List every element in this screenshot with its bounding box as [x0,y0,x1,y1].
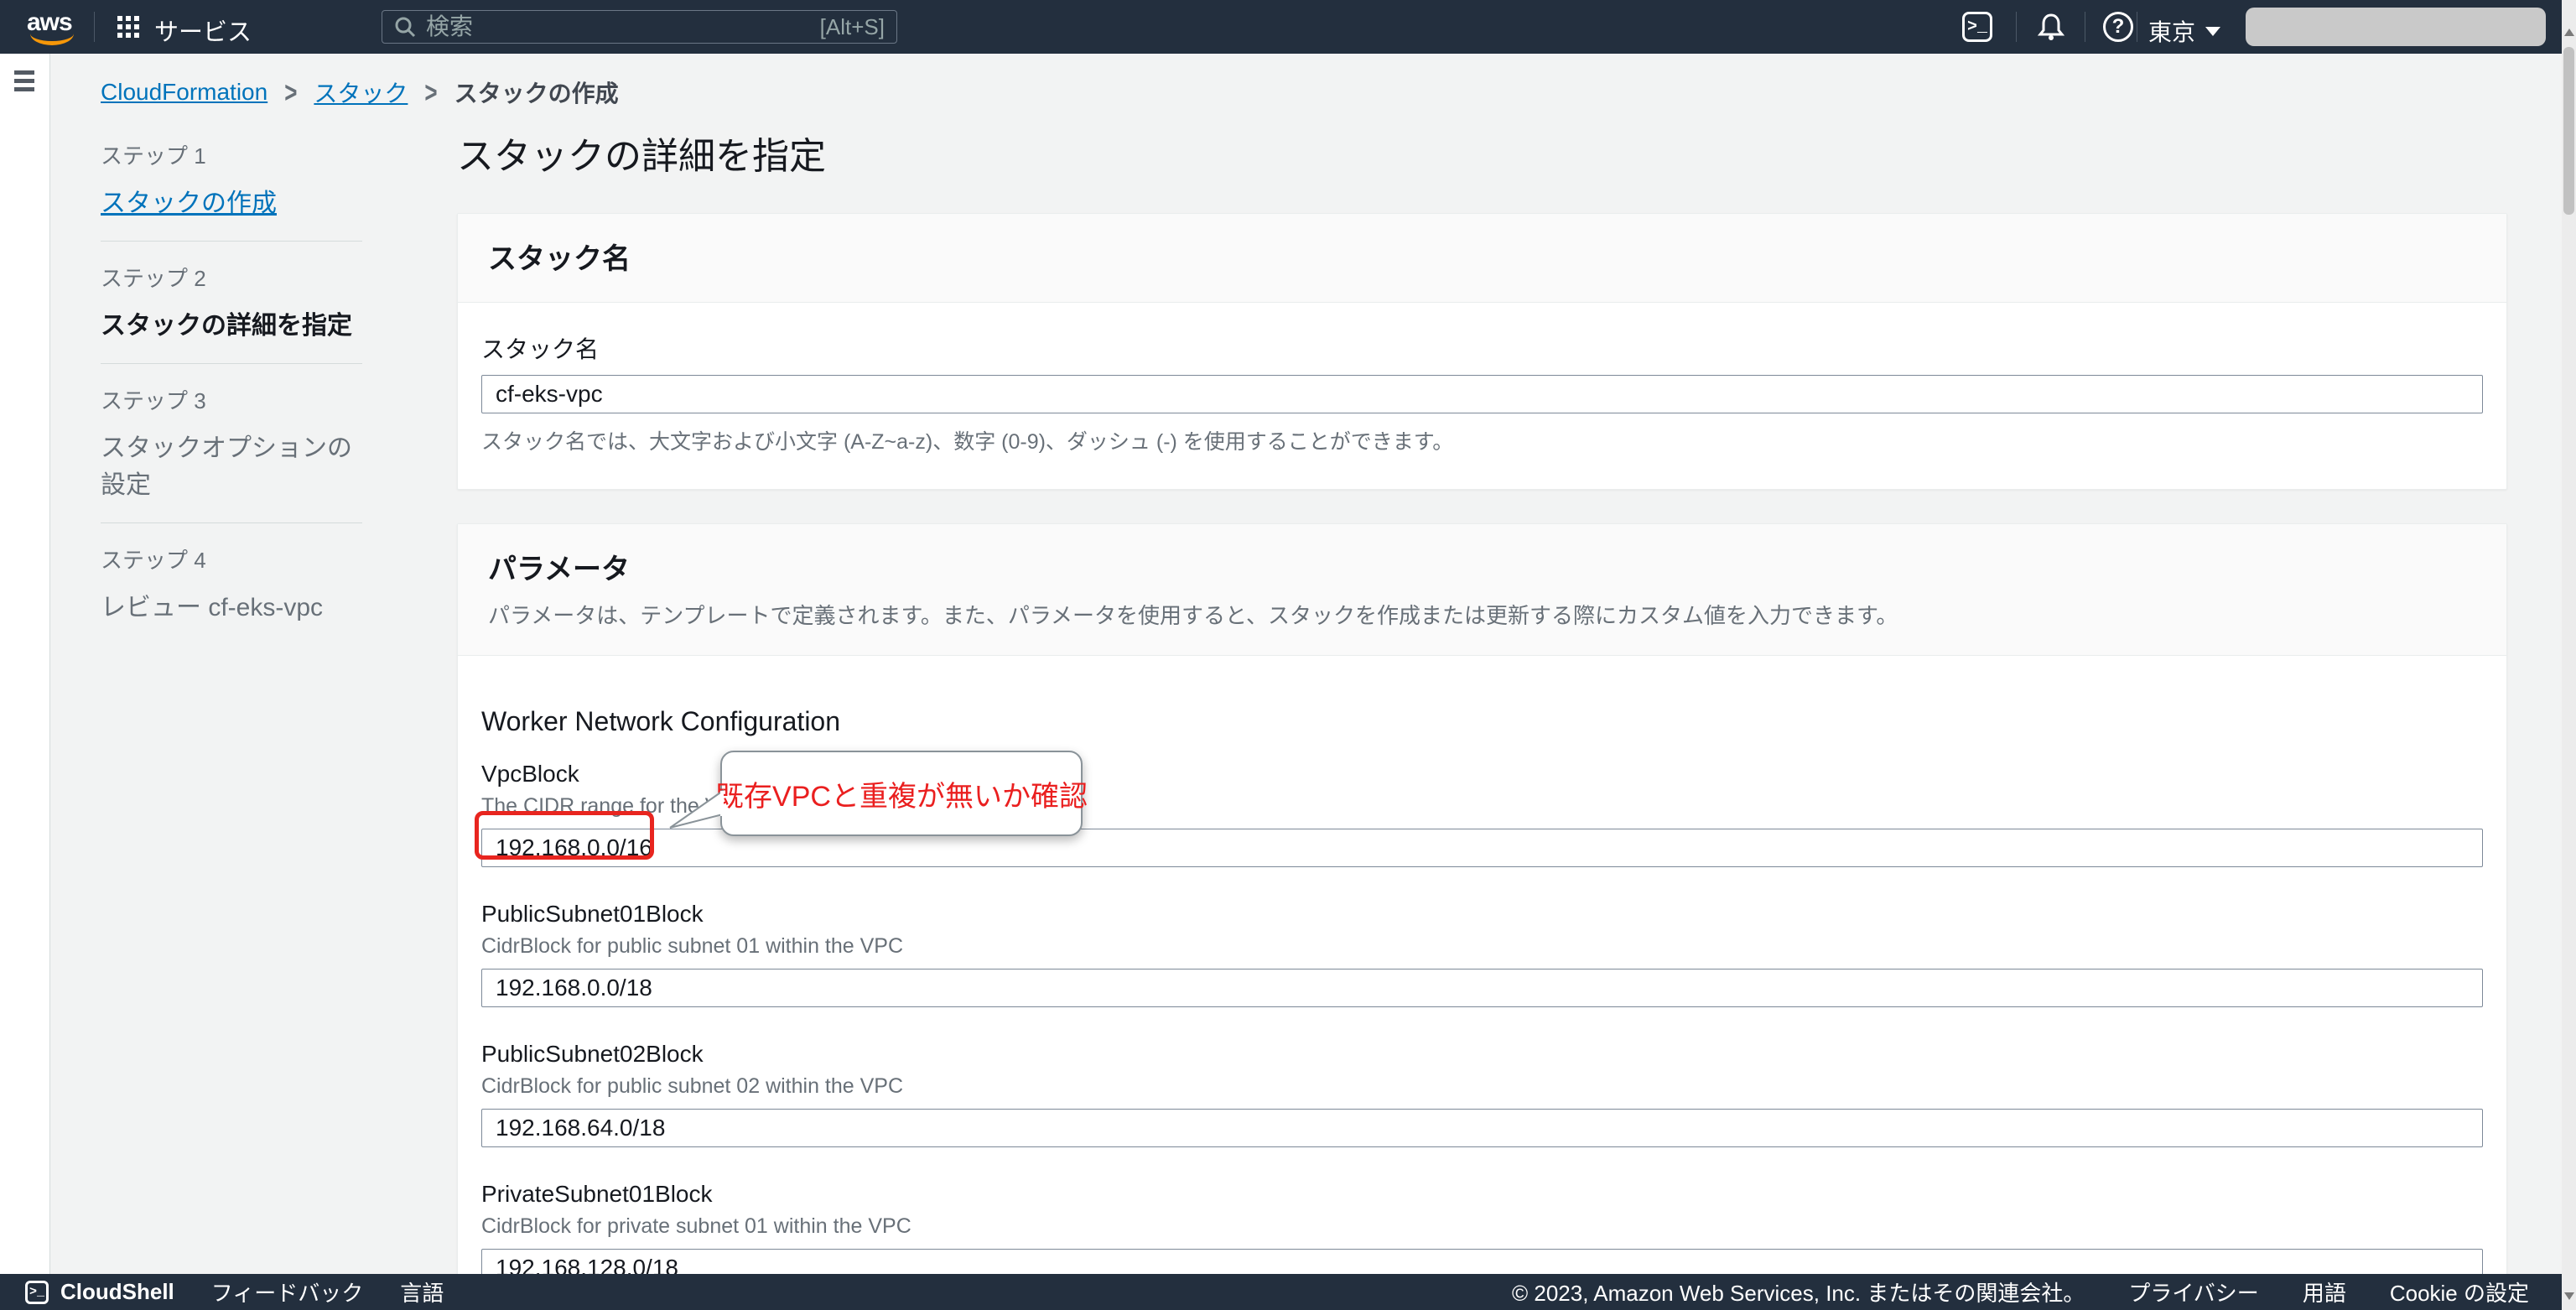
aws-smile-icon [30,30,74,45]
param-description: CidrBlock for public subnet 01 within th… [481,934,904,958]
notifications-bell-icon[interactable] [2036,12,2066,42]
nav-divider [94,12,95,42]
cloudshell-label: CloudShell [60,1279,174,1304]
copyright-text: © 2023, Amazon Web Services, Inc. またはその関… [1512,1281,2085,1306]
param-field-publicsubnet02: PublicSubnet02Block CidrBlock for public… [481,1041,2483,1147]
breadcrumb-current: スタックの作成 [454,81,619,107]
step-3-title: スタックオプションの設定 [101,434,352,499]
services-menu[interactable]: サービス [154,13,252,48]
account-menu[interactable] [2246,8,2546,46]
footer-bar: >_ CloudShell フィードバック 言語 © 2023, Amazon … [0,1274,2576,1310]
services-grid-icon[interactable] [117,16,139,38]
parameters-card-body: Worker Network Configuration VpcBlock Th… [458,656,2506,1310]
stack-name-input[interactable] [481,375,2483,413]
feedback-link[interactable]: フィードバック [211,1276,363,1307]
param-field-privatesubnet01: PrivateSubnet01Block CidrBlock for priva… [481,1181,2483,1287]
breadcrumb-stacks[interactable]: スタック [314,75,408,109]
chevron-down-icon [2205,26,2221,36]
parameter-group-title: Worker Network Configuration [481,706,841,736]
scrollbar-up-arrow-icon[interactable] [2564,29,2574,36]
param-description: CidrBlock for public subnet 02 within th… [481,1074,904,1098]
cookie-settings-link[interactable]: Cookie の設定 [2390,1276,2529,1307]
region-selector[interactable]: 東京 [2148,14,2221,48]
top-navigation-bar: aws サービス [Alt+S] >_ ? 東京 [0,0,2576,54]
cloudformation-create-stack-page: aws サービス [Alt+S] >_ ? 東京 [0,0,2576,1310]
parameters-card-title: パラメータ [488,554,630,585]
wizard-steps-nav: ステップ 1 スタックの作成 ステップ 2 スタックの詳細を指定 ステップ 3 … [101,133,362,645]
step-1-link[interactable]: スタックの作成 [101,190,277,217]
cloudshell-icon: >_ [25,1280,49,1304]
parameters-card-header: パラメータ パラメータは、テンプレートで定義されます。また、パラメータを使用する… [458,524,2506,656]
footer-right: © 2023, Amazon Web Services, Inc. またはその関… [1512,1276,2529,1307]
footer-left: >_ CloudShell フィードバック 言語 [25,1276,444,1307]
breadcrumb: CloudFormation > スタック > スタックの作成 [101,75,619,109]
stack-name-hint: スタック名では、大文字および小文字 (A-Z~a-z)、数字 (0-9)、ダッシ… [481,430,1454,454]
param-name: PublicSubnet01Block [481,901,704,927]
step-1-label: ステップ 1 [101,143,206,169]
param-field-vpcblock: VpcBlock The CIDR range for the VPC. Th … [475,751,2483,867]
step-2-label: ステップ 2 [101,266,206,291]
region-label: 東京 [2148,19,2196,45]
breadcrumb-separator: > [424,75,438,109]
param-field-publicsubnet01: PublicSubnet01Block CidrBlock for public… [481,901,2483,1007]
cloudshell-icon[interactable]: >_ [1962,12,1992,42]
global-search[interactable]: [Alt+S] [382,10,897,44]
search-shortcut-hint: [Alt+S] [819,13,885,39]
step-4: ステップ 4 レビュー cf-eks-vpc [101,522,362,645]
step-3-label: ステップ 3 [101,388,206,413]
param-name: PrivateSubnet01Block [481,1181,713,1207]
param-description: CidrBlock for private subnet 01 within t… [481,1214,911,1238]
vertical-scrollbar[interactable] [2562,0,2576,1310]
step-4-label: ステップ 4 [101,548,206,573]
parameters-card-description: パラメータは、テンプレートで定義されます。また、パラメータを使用すると、スタック… [488,603,1898,628]
search-input[interactable] [426,13,820,40]
page-title: スタックの詳細を指定 [457,136,826,177]
breadcrumb-separator: > [284,75,298,109]
terms-link[interactable]: 用語 [2303,1276,2346,1307]
scrollbar-thumb[interactable] [2563,47,2574,215]
step-1: ステップ 1 スタックの作成 [101,133,362,241]
stack-name-card-title: スタック名 [488,243,631,275]
breadcrumb-cloudformation[interactable]: CloudFormation [101,79,267,106]
step-3: ステップ 3 スタックオプションの設定 [101,363,362,522]
parameters-card: パラメータ パラメータは、テンプレートで定義されます。また、パラメータを使用する… [457,523,2507,1310]
main-content: スタックの詳細を指定 スタック名 スタック名 スタック名では、大文字および小文字… [457,117,2507,1310]
help-icon[interactable]: ? [2103,12,2133,42]
nav-divider [2016,12,2017,42]
step-2-title: スタックの詳細を指定 [101,312,352,340]
annotation-callout: 既存VPCと重複が無いか確認 [669,751,1088,836]
step-4-title: レビュー cf-eks-vpc [101,594,324,621]
aws-logo[interactable]: aws [27,8,82,45]
stack-name-card: スタック名 スタック名 スタック名では、大文字および小文字 (A-Z~a-z)、… [457,213,2507,490]
scrollbar-down-arrow-icon[interactable] [2564,1292,2574,1300]
side-rail [0,54,50,1274]
step-2: ステップ 2 スタックの詳細を指定 [101,241,362,363]
publicsubnet02block-input[interactable] [481,1109,2483,1147]
stack-name-card-header: スタック名 [458,214,2506,303]
footer-cloudshell[interactable]: >_ CloudShell [25,1279,174,1305]
stack-name-label: スタック名 [481,336,600,362]
language-link[interactable]: 言語 [400,1276,444,1307]
search-icon [395,17,416,38]
param-name: PublicSubnet02Block [481,1041,704,1067]
publicsubnet01block-input[interactable] [481,969,2483,1007]
privacy-link[interactable]: プライバシー [2128,1276,2258,1307]
hamburger-menu-icon[interactable] [14,70,34,96]
stack-name-card-body: スタック名 スタック名では、大文字および小文字 (A-Z~a-z)、数字 (0-… [458,303,2506,489]
callout-tail [669,789,724,829]
annotation-text: 既存VPCと重複が無いか確認 [715,780,1088,813]
